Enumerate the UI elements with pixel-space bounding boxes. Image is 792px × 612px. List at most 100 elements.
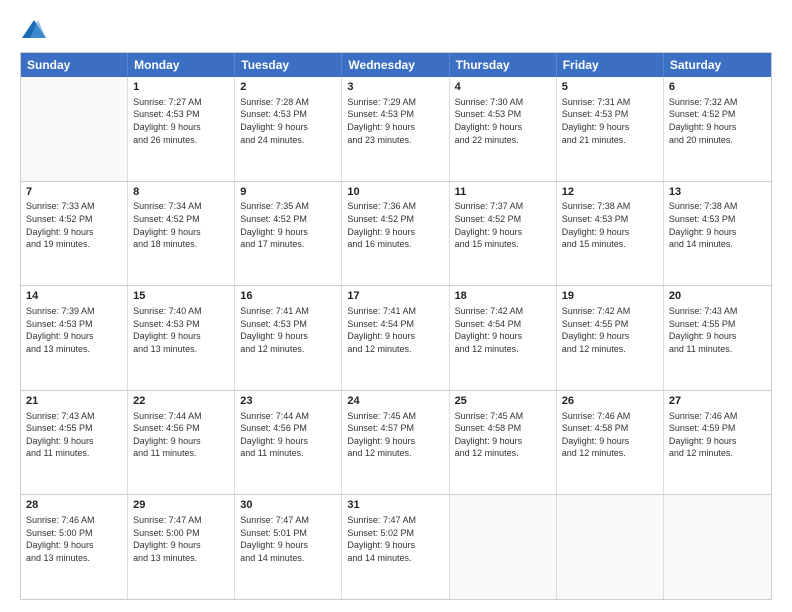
header-cell-monday: Monday [128, 53, 235, 77]
cal-cell: 29Sunrise: 7:47 AM Sunset: 5:00 PM Dayli… [128, 495, 235, 599]
cal-cell: 24Sunrise: 7:45 AM Sunset: 4:57 PM Dayli… [342, 391, 449, 495]
cal-cell: 31Sunrise: 7:47 AM Sunset: 5:02 PM Dayli… [342, 495, 449, 599]
cal-cell: 19Sunrise: 7:42 AM Sunset: 4:55 PM Dayli… [557, 286, 664, 390]
day-number: 18 [455, 289, 551, 304]
day-info: Sunrise: 7:32 AM Sunset: 4:52 PM Dayligh… [669, 96, 766, 146]
day-info: Sunrise: 7:38 AM Sunset: 4:53 PM Dayligh… [562, 200, 658, 250]
day-info: Sunrise: 7:33 AM Sunset: 4:52 PM Dayligh… [26, 200, 122, 250]
day-info: Sunrise: 7:42 AM Sunset: 4:55 PM Dayligh… [562, 305, 658, 355]
cal-cell: 12Sunrise: 7:38 AM Sunset: 4:53 PM Dayli… [557, 182, 664, 286]
cal-cell: 25Sunrise: 7:45 AM Sunset: 4:58 PM Dayli… [450, 391, 557, 495]
cal-cell [557, 495, 664, 599]
cal-cell: 28Sunrise: 7:46 AM Sunset: 5:00 PM Dayli… [21, 495, 128, 599]
logo-icon [20, 16, 48, 44]
cal-cell: 1Sunrise: 7:27 AM Sunset: 4:53 PM Daylig… [128, 77, 235, 181]
day-number: 29 [133, 498, 229, 513]
cal-cell: 9Sunrise: 7:35 AM Sunset: 4:52 PM Daylig… [235, 182, 342, 286]
day-number: 27 [669, 394, 766, 409]
day-info: Sunrise: 7:44 AM Sunset: 4:56 PM Dayligh… [240, 410, 336, 460]
day-info: Sunrise: 7:43 AM Sunset: 4:55 PM Dayligh… [26, 410, 122, 460]
day-number: 24 [347, 394, 443, 409]
cal-cell: 6Sunrise: 7:32 AM Sunset: 4:52 PM Daylig… [664, 77, 771, 181]
day-number: 26 [562, 394, 658, 409]
day-number: 3 [347, 80, 443, 95]
day-info: Sunrise: 7:28 AM Sunset: 4:53 PM Dayligh… [240, 96, 336, 146]
day-number: 11 [455, 185, 551, 200]
page: SundayMondayTuesdayWednesdayThursdayFrid… [0, 0, 792, 612]
cal-cell: 20Sunrise: 7:43 AM Sunset: 4:55 PM Dayli… [664, 286, 771, 390]
day-info: Sunrise: 7:30 AM Sunset: 4:53 PM Dayligh… [455, 96, 551, 146]
day-number: 17 [347, 289, 443, 304]
day-info: Sunrise: 7:37 AM Sunset: 4:52 PM Dayligh… [455, 200, 551, 250]
day-info: Sunrise: 7:47 AM Sunset: 5:01 PM Dayligh… [240, 514, 336, 564]
day-number: 22 [133, 394, 229, 409]
day-number: 19 [562, 289, 658, 304]
day-info: Sunrise: 7:35 AM Sunset: 4:52 PM Dayligh… [240, 200, 336, 250]
day-info: Sunrise: 7:36 AM Sunset: 4:52 PM Dayligh… [347, 200, 443, 250]
header-cell-wednesday: Wednesday [342, 53, 449, 77]
day-info: Sunrise: 7:45 AM Sunset: 4:58 PM Dayligh… [455, 410, 551, 460]
cal-cell: 15Sunrise: 7:40 AM Sunset: 4:53 PM Dayli… [128, 286, 235, 390]
day-number: 14 [26, 289, 122, 304]
header-cell-saturday: Saturday [664, 53, 771, 77]
logo [20, 16, 52, 44]
day-number: 21 [26, 394, 122, 409]
day-info: Sunrise: 7:34 AM Sunset: 4:52 PM Dayligh… [133, 200, 229, 250]
day-number: 28 [26, 498, 122, 513]
day-info: Sunrise: 7:27 AM Sunset: 4:53 PM Dayligh… [133, 96, 229, 146]
day-info: Sunrise: 7:44 AM Sunset: 4:56 PM Dayligh… [133, 410, 229, 460]
header-cell-friday: Friday [557, 53, 664, 77]
day-number: 6 [669, 80, 766, 95]
week-row-1: 7Sunrise: 7:33 AM Sunset: 4:52 PM Daylig… [21, 182, 771, 287]
header-cell-sunday: Sunday [21, 53, 128, 77]
cal-cell [21, 77, 128, 181]
day-info: Sunrise: 7:45 AM Sunset: 4:57 PM Dayligh… [347, 410, 443, 460]
day-info: Sunrise: 7:41 AM Sunset: 4:53 PM Dayligh… [240, 305, 336, 355]
week-row-4: 28Sunrise: 7:46 AM Sunset: 5:00 PM Dayli… [21, 495, 771, 599]
day-number: 13 [669, 185, 766, 200]
day-number: 8 [133, 185, 229, 200]
day-info: Sunrise: 7:38 AM Sunset: 4:53 PM Dayligh… [669, 200, 766, 250]
day-number: 31 [347, 498, 443, 513]
cal-cell: 30Sunrise: 7:47 AM Sunset: 5:01 PM Dayli… [235, 495, 342, 599]
day-info: Sunrise: 7:47 AM Sunset: 5:02 PM Dayligh… [347, 514, 443, 564]
day-info: Sunrise: 7:46 AM Sunset: 5:00 PM Dayligh… [26, 514, 122, 564]
cal-cell: 27Sunrise: 7:46 AM Sunset: 4:59 PM Dayli… [664, 391, 771, 495]
day-number: 1 [133, 80, 229, 95]
day-number: 30 [240, 498, 336, 513]
cal-cell: 10Sunrise: 7:36 AM Sunset: 4:52 PM Dayli… [342, 182, 449, 286]
cal-cell [450, 495, 557, 599]
cal-cell [664, 495, 771, 599]
cal-cell: 26Sunrise: 7:46 AM Sunset: 4:58 PM Dayli… [557, 391, 664, 495]
header [20, 16, 772, 44]
header-cell-tuesday: Tuesday [235, 53, 342, 77]
cal-cell: 4Sunrise: 7:30 AM Sunset: 4:53 PM Daylig… [450, 77, 557, 181]
cal-cell: 13Sunrise: 7:38 AM Sunset: 4:53 PM Dayli… [664, 182, 771, 286]
day-info: Sunrise: 7:46 AM Sunset: 4:58 PM Dayligh… [562, 410, 658, 460]
cal-cell: 5Sunrise: 7:31 AM Sunset: 4:53 PM Daylig… [557, 77, 664, 181]
day-number: 12 [562, 185, 658, 200]
day-number: 23 [240, 394, 336, 409]
cal-cell: 16Sunrise: 7:41 AM Sunset: 4:53 PM Dayli… [235, 286, 342, 390]
day-number: 9 [240, 185, 336, 200]
cal-cell: 18Sunrise: 7:42 AM Sunset: 4:54 PM Dayli… [450, 286, 557, 390]
day-info: Sunrise: 7:31 AM Sunset: 4:53 PM Dayligh… [562, 96, 658, 146]
day-number: 25 [455, 394, 551, 409]
cal-cell: 2Sunrise: 7:28 AM Sunset: 4:53 PM Daylig… [235, 77, 342, 181]
day-number: 7 [26, 185, 122, 200]
cal-cell: 23Sunrise: 7:44 AM Sunset: 4:56 PM Dayli… [235, 391, 342, 495]
day-number: 5 [562, 80, 658, 95]
day-info: Sunrise: 7:40 AM Sunset: 4:53 PM Dayligh… [133, 305, 229, 355]
day-info: Sunrise: 7:29 AM Sunset: 4:53 PM Dayligh… [347, 96, 443, 146]
cal-cell: 3Sunrise: 7:29 AM Sunset: 4:53 PM Daylig… [342, 77, 449, 181]
cal-cell: 7Sunrise: 7:33 AM Sunset: 4:52 PM Daylig… [21, 182, 128, 286]
cal-cell: 11Sunrise: 7:37 AM Sunset: 4:52 PM Dayli… [450, 182, 557, 286]
cal-cell: 17Sunrise: 7:41 AM Sunset: 4:54 PM Dayli… [342, 286, 449, 390]
week-row-0: 1Sunrise: 7:27 AM Sunset: 4:53 PM Daylig… [21, 77, 771, 182]
day-number: 2 [240, 80, 336, 95]
day-info: Sunrise: 7:46 AM Sunset: 4:59 PM Dayligh… [669, 410, 766, 460]
cal-cell: 14Sunrise: 7:39 AM Sunset: 4:53 PM Dayli… [21, 286, 128, 390]
cal-cell: 21Sunrise: 7:43 AM Sunset: 4:55 PM Dayli… [21, 391, 128, 495]
day-number: 10 [347, 185, 443, 200]
day-number: 20 [669, 289, 766, 304]
